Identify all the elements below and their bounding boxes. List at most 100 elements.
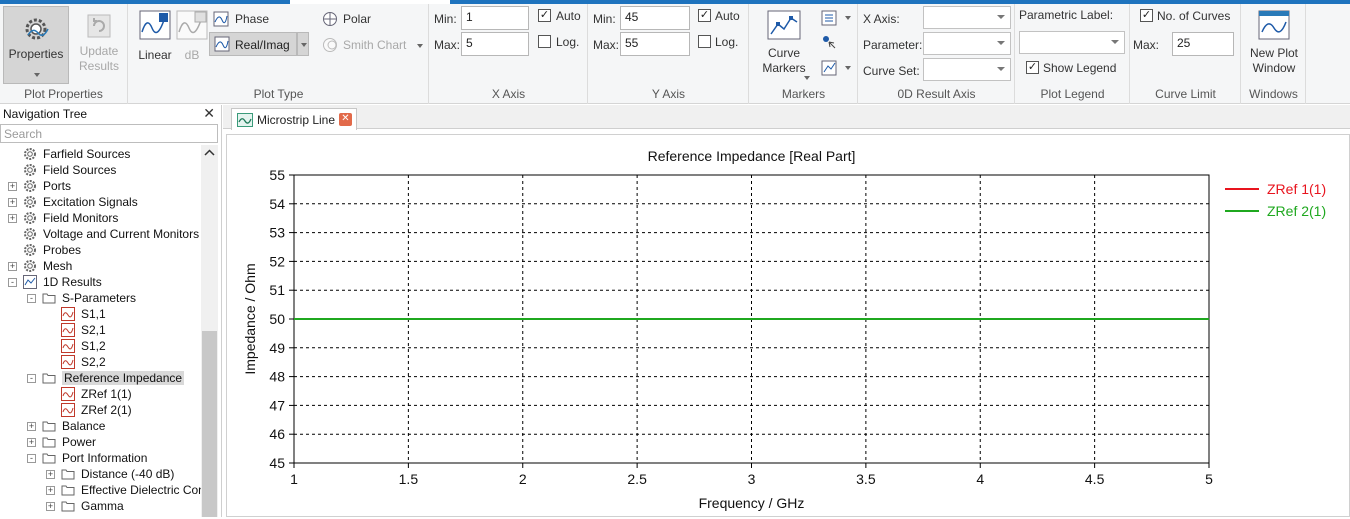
expand-icon[interactable]: + [27, 438, 36, 447]
result-curve-icon [61, 339, 75, 353]
properties-button[interactable]: Properties [3, 6, 69, 84]
navigation-tree-title: Navigation Tree [3, 107, 88, 121]
tree-item-label: Distance (-40 dB) [81, 467, 175, 481]
od-parameter-select[interactable] [923, 32, 1011, 55]
expand-icon[interactable]: + [8, 182, 17, 191]
expand-icon[interactable]: + [8, 262, 17, 271]
chevron-down-icon [997, 41, 1005, 45]
x-log-checkbox[interactable] [538, 35, 551, 48]
gear-icon [23, 147, 37, 161]
y-tick-label: 45 [269, 455, 285, 471]
expand-icon[interactable]: + [46, 502, 55, 511]
tree-scrollbar[interactable] [201, 145, 218, 517]
realimag-dropdown[interactable] [297, 32, 309, 56]
y-tick-label: 55 [269, 167, 285, 183]
marker-plot-icon[interactable] [821, 60, 837, 76]
folder-icon [42, 435, 56, 449]
collapse-icon[interactable]: - [27, 294, 36, 303]
y-min-input[interactable]: 45 [620, 6, 690, 30]
expand-icon[interactable]: + [27, 422, 36, 431]
y-auto-checkbox[interactable]: ✓ [698, 9, 711, 22]
x-tick-label: 1 [290, 471, 298, 487]
gear-icon [23, 179, 37, 193]
refresh-icon [87, 14, 111, 38]
x-min-input[interactable]: 1 [461, 6, 529, 30]
curve-limit-group-label: Curve Limit [1155, 87, 1216, 101]
result-curve-icon [61, 323, 75, 337]
scroll-up-icon[interactable] [201, 147, 218, 159]
gear-icon [23, 227, 37, 241]
marker-cursor-icon[interactable] [821, 34, 837, 50]
y-log-checkbox[interactable] [698, 35, 711, 48]
tree-item-label: Reference Impedance [62, 371, 185, 385]
y-tick-label: 50 [269, 311, 285, 327]
x-tick-label: 3.5 [856, 471, 876, 487]
chevron-down-icon[interactable] [845, 66, 851, 70]
gear-icon [23, 259, 37, 273]
y-max-input[interactable]: 55 [620, 32, 690, 56]
y-axis-label: Impedance / Ohm [242, 263, 258, 374]
collapse-icon[interactable]: - [8, 278, 17, 287]
curve-markers-icon [767, 10, 801, 40]
expand-icon[interactable]: + [46, 470, 55, 479]
tree-item-label: Farfield Sources [43, 147, 131, 161]
plot-type-group-label: Plot Type [253, 87, 304, 101]
chevron-down-icon [301, 43, 307, 47]
chevron-down-icon[interactable] [845, 16, 851, 20]
od-x-axis-select[interactable] [923, 6, 1011, 29]
plot-type-group: Linear dB Phase Real/Imag Polar Smith Ch… [129, 4, 429, 104]
x-max-label: Max: [434, 38, 461, 52]
tree-item-label: Balance [62, 419, 106, 433]
chart-title: Reference Impedance [Real Part] [648, 148, 856, 164]
collapse-icon[interactable]: - [27, 374, 36, 383]
close-icon[interactable]: ✕ [203, 105, 215, 122]
plot-properties-group: Properties Update Results Plot Propertie… [0, 4, 128, 104]
show-legend-checkbox[interactable]: ✓ [1026, 61, 1039, 74]
x-axis-group-label: X Axis [491, 87, 526, 101]
tree-item-label: Power [62, 435, 97, 449]
x-log-label: Log. [556, 35, 580, 49]
new-plot-window-button[interactable]: New Plot Window [1244, 10, 1304, 82]
folder-icon [61, 467, 75, 481]
curve-markers-button[interactable]: Curve Markers [758, 10, 810, 82]
tree-item-label: Voltage and Current Monitors [43, 227, 200, 241]
expand-icon[interactable]: + [46, 486, 55, 495]
no-of-curves-checkbox[interactable]: ✓ [1140, 9, 1153, 22]
curve-max-input[interactable]: 25 [1172, 32, 1234, 56]
plot-tab-icon [237, 113, 253, 127]
gear-icon [23, 211, 37, 225]
update-results-button[interactable]: Update Results [72, 6, 126, 84]
od-curve-set-select[interactable] [923, 58, 1011, 81]
tab-microstrip-line[interactable]: Microstrip Line ✕ [231, 108, 357, 130]
x-axis-label: Frequency / GHz [699, 495, 805, 511]
linear-button[interactable]: Linear [135, 10, 175, 80]
expand-icon[interactable]: + [8, 198, 17, 207]
plot-canvas[interactable]: Reference Impedance [Real Part] 1 1.5 2 2.5 3… [226, 134, 1350, 517]
marker-list-icon[interactable] [821, 10, 837, 26]
realimag-button[interactable]: Real/Imag [209, 32, 297, 56]
x-axis-group: Min: 1 Max: 5 ✓ Auto Log. X Axis [430, 4, 588, 104]
x-max-input[interactable]: 5 [461, 32, 529, 56]
x-auto-checkbox[interactable]: ✓ [538, 9, 551, 22]
parametric-label-select[interactable] [1019, 31, 1125, 54]
collapse-icon[interactable]: - [27, 454, 36, 463]
plot-legend-group-label: Plot Legend [1040, 87, 1105, 101]
result-curve-icon [61, 387, 75, 401]
legend-label-2: ZRef 2(1) [1267, 203, 1326, 219]
db-button[interactable]: dB [175, 10, 209, 80]
db-label: dB [184, 48, 200, 62]
tree-item-label: 1D Results [43, 275, 102, 289]
scrollbar-thumb[interactable] [202, 331, 217, 517]
tab-close-icon[interactable]: ✕ [339, 113, 352, 126]
x-tick-label: 2 [519, 471, 527, 487]
update-label: Update [79, 44, 119, 58]
smith-chart-button[interactable]: Smith Chart [322, 36, 423, 56]
tree-item-label: S2,2 [81, 355, 106, 369]
ribbon: Properties Update Results Plot Propertie… [0, 4, 1350, 104]
expand-icon[interactable]: + [8, 214, 17, 223]
y-tick-label: 48 [269, 369, 285, 385]
linear-label: Linear [138, 48, 172, 62]
tree-search-input[interactable]: Search [0, 124, 218, 143]
chart-icon [23, 275, 37, 289]
y-tick-label: 47 [269, 397, 285, 413]
